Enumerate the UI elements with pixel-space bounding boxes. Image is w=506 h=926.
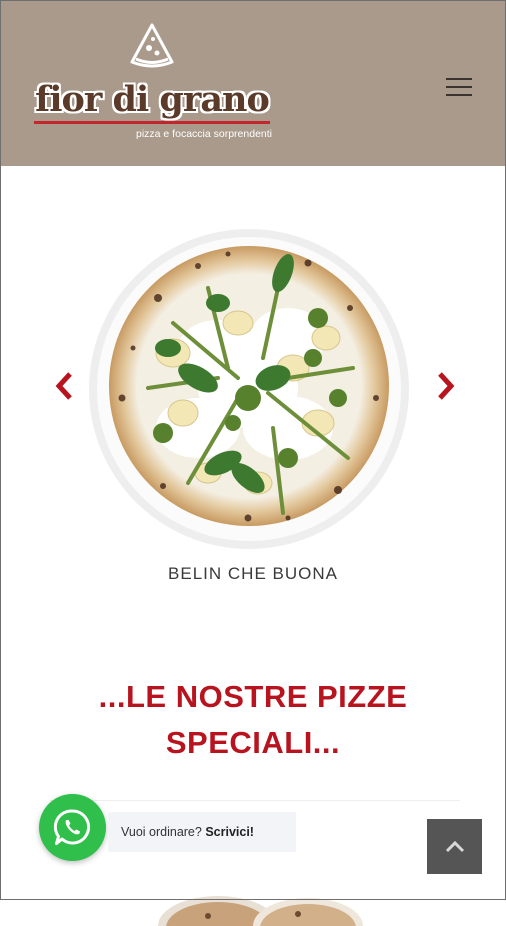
chevron-left-icon[interactable] [50, 366, 80, 406]
whatsapp-prompt[interactable]: Vuoi ordinare? Scrivici! [108, 812, 296, 852]
whatsapp-icon [53, 809, 91, 845]
next-pizza-image [148, 866, 368, 926]
section-divider [50, 800, 460, 801]
whatsapp-cta: Scrivici! [205, 825, 254, 839]
whatsapp-prompt-text: Vuoi ordinare? [121, 825, 206, 839]
carousel-caption: BELIN CHE BUONA [168, 564, 338, 583]
site-logo[interactable]: fior di grano pizza e focaccia sorprende… [32, 22, 272, 146]
chevron-right-icon[interactable] [430, 366, 460, 406]
chevron-up-icon [445, 840, 465, 853]
pizza-slice-icon [130, 23, 174, 68]
whatsapp-button[interactable] [39, 794, 106, 861]
pizza-image [88, 228, 410, 550]
hamburger-menu-icon[interactable] [446, 78, 472, 98]
section-title: ...LE NOSTRE PIZZE SPECIALI... [40, 674, 466, 766]
back-to-top-button[interactable] [427, 819, 482, 874]
logo-title: fior di grano [35, 79, 270, 120]
logo-underline [34, 121, 270, 124]
section-title-line1: ...LE NOSTRE PIZZE [98, 679, 408, 714]
section-title-line2: SPECIALI... [165, 725, 341, 760]
site-header: fior di grano pizza e focaccia sorprende… [0, 0, 506, 166]
logo-tagline: pizza e focaccia sorprendenti [136, 128, 272, 140]
